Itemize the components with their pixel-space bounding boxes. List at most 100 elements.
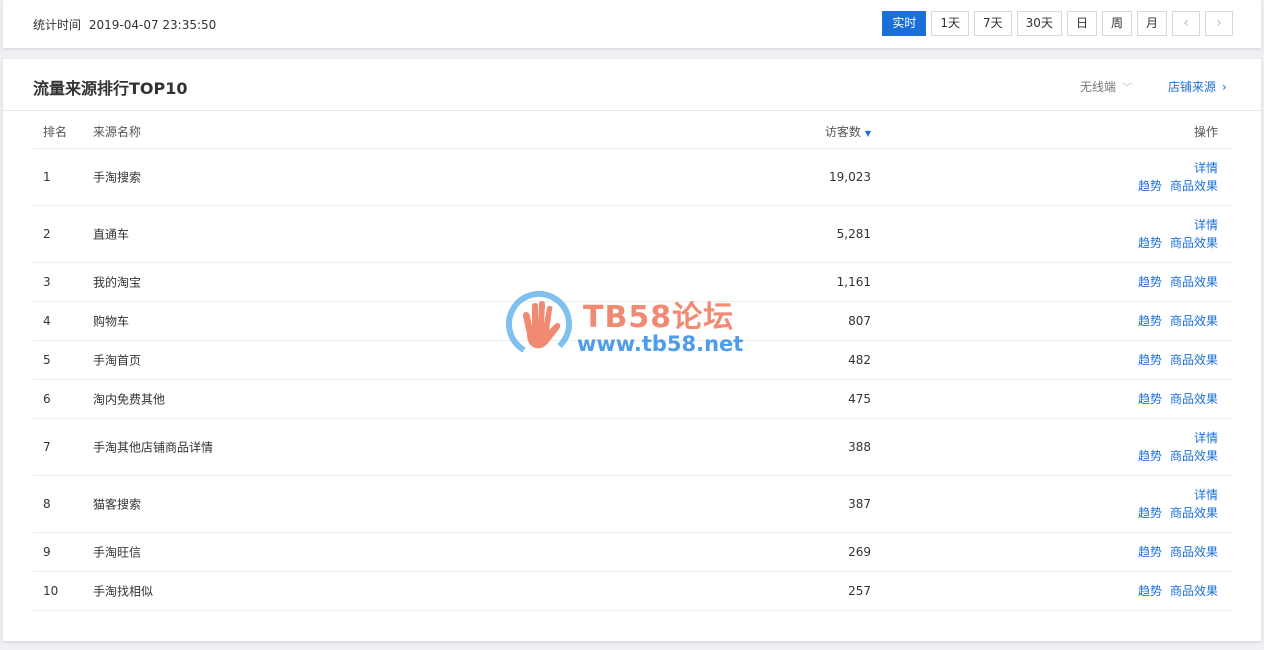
trend-link[interactable]: 趋势 (1138, 314, 1162, 328)
row-rank: 7 (43, 440, 51, 454)
chevron-down-icon: ﹀ (1122, 83, 1133, 94)
row-rank: 2 (43, 227, 51, 241)
goods-effect-link[interactable]: 商品效果 (1170, 179, 1218, 193)
device-select-value: 无线端 (1080, 80, 1117, 94)
stat-time: 统计时间 2019-04-07 23:35:50 (33, 16, 216, 33)
row-source-name: 猫客搜索 (93, 497, 142, 512)
trend-link[interactable]: 趋势 (1138, 275, 1162, 289)
prev-period-button[interactable]: ‹ (1172, 11, 1200, 36)
row-rank: 1 (43, 170, 51, 184)
range-week-button[interactable]: 周 (1101, 11, 1132, 36)
trend-link[interactable]: 趋势 (1138, 392, 1162, 406)
goods-effect-link[interactable]: 商品效果 (1170, 584, 1218, 598)
row-visits: 5,281 (836, 227, 871, 241)
row-visits: 807 (848, 314, 871, 328)
row-rank: 3 (43, 275, 51, 289)
next-period-button[interactable]: › (1205, 11, 1233, 36)
trend-link[interactable]: 趋势 (1138, 449, 1162, 463)
detail-link[interactable]: 详情 (1194, 218, 1218, 232)
range-day-button[interactable]: 日 (1066, 11, 1097, 36)
detail-link[interactable]: 详情 (1194, 431, 1218, 445)
goods-effect-link[interactable]: 商品效果 (1170, 275, 1218, 289)
row-visits: 388 (848, 440, 871, 454)
row-source-name: 淘内免费其他 (93, 392, 166, 407)
table-header: 排名 来源名称 访客数 ▼ 操作 (33, 111, 1232, 149)
row-actions: 详情趋势 商品效果 (1138, 159, 1218, 195)
row-actions: 趋势 商品效果 (1138, 273, 1218, 291)
traffic-table: 排名 来源名称 访客数 ▼ 操作 1 手淘搜索 19,023 详情 趋势 商品效果 2 直通车 5… (33, 111, 1232, 611)
column-rank: 排名 (43, 125, 68, 139)
top-bar: 统计时间 2019-04-07 23:35:50 实时 1天 7天 30天 日 … (3, 0, 1261, 48)
panel-title: 流量来源排行TOP10 (33, 79, 188, 98)
trend-link[interactable]: 趋势 (1138, 353, 1162, 367)
time-range-group: 实时 1天 7天 30天 日 周 月 ‹ › (882, 11, 1233, 36)
goods-effect-link[interactable]: 商品效果 (1170, 506, 1218, 520)
trend-link[interactable]: 趋势 (1138, 179, 1162, 193)
row-visits: 387 (848, 497, 871, 511)
sort-desc-icon[interactable]: ▼ (865, 129, 871, 138)
row-actions: 趋势 商品效果 (1138, 582, 1218, 600)
row-source-name: 手淘首页 (93, 353, 142, 368)
row-source-name: 手淘找相似 (93, 584, 154, 599)
device-select[interactable]: 无线端 ﹀ (1080, 78, 1132, 95)
detail-link[interactable]: 详情 (1194, 488, 1218, 502)
trend-link[interactable]: 趋势 (1138, 545, 1162, 559)
row-source-name: 购物车 (93, 314, 130, 329)
row-source-name: 手淘其他店铺商品详情 (93, 440, 214, 455)
column-name: 来源名称 (93, 125, 142, 139)
row-source-name: 直通车 (93, 227, 130, 242)
row-actions: 趋势 商品效果 (1138, 543, 1218, 561)
table-row: 3 我的淘宝 1,161 趋势 商品效果 (33, 263, 1232, 302)
row-actions: 趋势 商品效果 (1138, 351, 1218, 369)
traffic-source-panel: 流量来源排行TOP10 无线端 ﹀ 店铺来源 › 排名 来源名称 访客数 ▼ 操作 1… (3, 59, 1261, 641)
row-visits: 257 (848, 584, 871, 598)
range-month-button[interactable]: 月 (1136, 11, 1167, 36)
row-rank: 10 (43, 584, 59, 598)
detail-link[interactable]: 详情 (1194, 161, 1218, 175)
goods-effect-link[interactable]: 商品效果 (1170, 392, 1218, 406)
row-actions: 详情趋势 商品效果 (1138, 216, 1218, 252)
chevron-right-icon: › (1222, 80, 1227, 94)
range-30day-button[interactable]: 30天 (1016, 11, 1062, 36)
table-row: 8 猫客搜索 387 详情趋势 商品效果 (33, 476, 1232, 533)
goods-effect-link[interactable]: 商品效果 (1170, 449, 1218, 463)
row-visits: 19,023 (829, 170, 871, 184)
column-ops: 操作 (1193, 125, 1218, 139)
chevron-left-icon: ‹ (1183, 15, 1189, 31)
stat-time-value: 2019-04-07 23:35:50 (88, 18, 217, 32)
column-visits-label: 访客数 (824, 125, 861, 139)
goods-effect-link[interactable]: 商品效果 (1170, 353, 1218, 367)
row-rank: 5 (43, 353, 51, 367)
range-7day-button[interactable]: 7天 (974, 11, 1012, 36)
table-row: 9 手淘旺信 269 趋势 商品效果 (33, 533, 1232, 572)
row-actions: 详情趋势 商品效果 (1138, 429, 1218, 465)
table-row: 6 淘内免费其他 475 趋势 商品效果 (33, 380, 1232, 419)
shop-source-link[interactable]: 店铺来源 › (1168, 78, 1227, 95)
trend-link[interactable]: 趋势 (1138, 506, 1162, 520)
range-realtime-button[interactable]: 实时 (882, 11, 927, 36)
table-row: 2 直通车 5,281 详情趋势 商品效果 (33, 206, 1232, 263)
row-actions: 趋势 商品效果 (1138, 312, 1218, 330)
goods-effect-link[interactable]: 商品效果 (1170, 545, 1218, 559)
table-body: 1 手淘搜索 19,023 详情 趋势 商品效果 2 直通车 5,281 详情 趋势 商品效果 3 我的淘… (33, 149, 1232, 611)
row-visits: 1,161 (836, 275, 871, 289)
row-actions: 详情趋势 商品效果 (1138, 486, 1218, 522)
column-visits[interactable]: 访客数 ▼ (825, 123, 871, 140)
row-source-name: 我的淘宝 (93, 275, 142, 290)
table-row: 7 手淘其他店铺商品详情 388 详情趋势 商品效果 (33, 419, 1232, 476)
row-visits: 482 (848, 353, 871, 367)
shop-source-label: 店铺来源 (1168, 80, 1217, 94)
stat-time-label: 统计时间 (33, 18, 82, 32)
trend-link[interactable]: 趋势 (1138, 236, 1162, 250)
table-row: 1 手淘搜索 19,023 详情 趋势 商品效果 (33, 149, 1232, 206)
row-rank: 6 (43, 392, 51, 406)
row-visits: 475 (848, 392, 871, 406)
trend-link[interactable]: 趋势 (1138, 584, 1162, 598)
goods-effect-link[interactable]: 商品效果 (1170, 236, 1218, 250)
table-row: 10 手淘找相似 257 趋势 商品效果 (33, 572, 1232, 611)
range-1day-button[interactable]: 1天 (931, 11, 970, 36)
goods-effect-link[interactable]: 商品效果 (1170, 314, 1218, 328)
table-row: 5 手淘首页 482 趋势 商品效果 (33, 341, 1232, 380)
row-rank: 9 (43, 545, 51, 559)
row-rank: 8 (43, 497, 51, 511)
